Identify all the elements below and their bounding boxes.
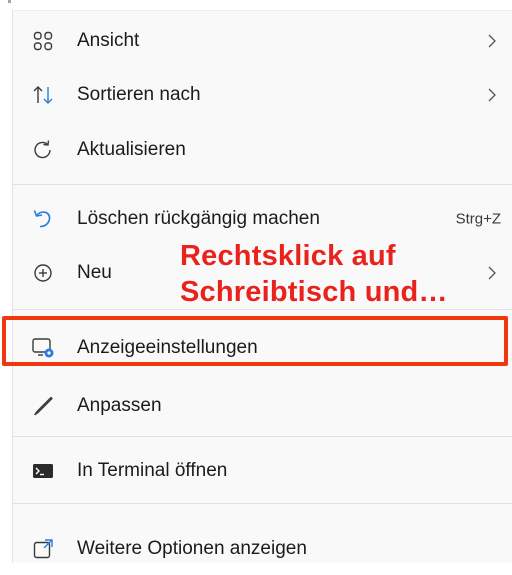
- undo-icon: [30, 206, 56, 232]
- chevron-right-icon: [488, 34, 496, 48]
- menu-item-personalize[interactable]: Anpassen: [13, 380, 511, 432]
- open-external-icon: [30, 536, 56, 562]
- corner-mark: [8, 0, 11, 3]
- menu-separator: [13, 503, 512, 504]
- menu-item-label: In Terminal öffnen: [77, 460, 228, 481]
- keyboard-shortcut: Strg+Z: [455, 210, 501, 228]
- menu-item-refresh[interactable]: Aktualisieren: [13, 124, 511, 176]
- chevron-right-icon: [488, 88, 496, 102]
- menu-item-display-settings[interactable]: Anzeigeeinstellungen: [13, 322, 511, 374]
- annotation-text: Rechtsklick auf Schreibtisch und…: [180, 240, 448, 308]
- view-grid-icon: [30, 28, 56, 54]
- menu-item-open-terminal[interactable]: In Terminal öffnen: [13, 445, 511, 497]
- menu-item-label: Löschen rückgängig machen: [77, 208, 320, 229]
- menu-item-more-options[interactable]: Weitere Optionen anzeigen: [13, 523, 511, 575]
- menu-item-label: Anzeigeeinstellungen: [77, 337, 258, 358]
- add-circle-icon: [30, 260, 56, 286]
- menu-item-label: Neu: [77, 262, 112, 283]
- menu-item-label: Sortieren nach: [77, 84, 201, 105]
- brush-icon: [30, 393, 56, 419]
- menu-item-label: Ansicht: [77, 30, 140, 51]
- terminal-icon: [30, 458, 56, 484]
- menu-item-sort-by[interactable]: Sortieren nach: [13, 69, 511, 121]
- menu-separator: [13, 436, 512, 437]
- menu-item-label: Weitere Optionen anzeigen: [77, 538, 307, 559]
- menu-item-view[interactable]: Ansicht: [13, 15, 511, 67]
- menu-item-label: Anpassen: [77, 395, 162, 416]
- display-settings-icon: [30, 335, 56, 361]
- sort-arrows-icon: [30, 82, 56, 108]
- menu-separator: [13, 184, 512, 185]
- refresh-icon: [30, 137, 56, 163]
- menu-item-label: Aktualisieren: [77, 139, 186, 160]
- chevron-right-icon: [488, 266, 496, 280]
